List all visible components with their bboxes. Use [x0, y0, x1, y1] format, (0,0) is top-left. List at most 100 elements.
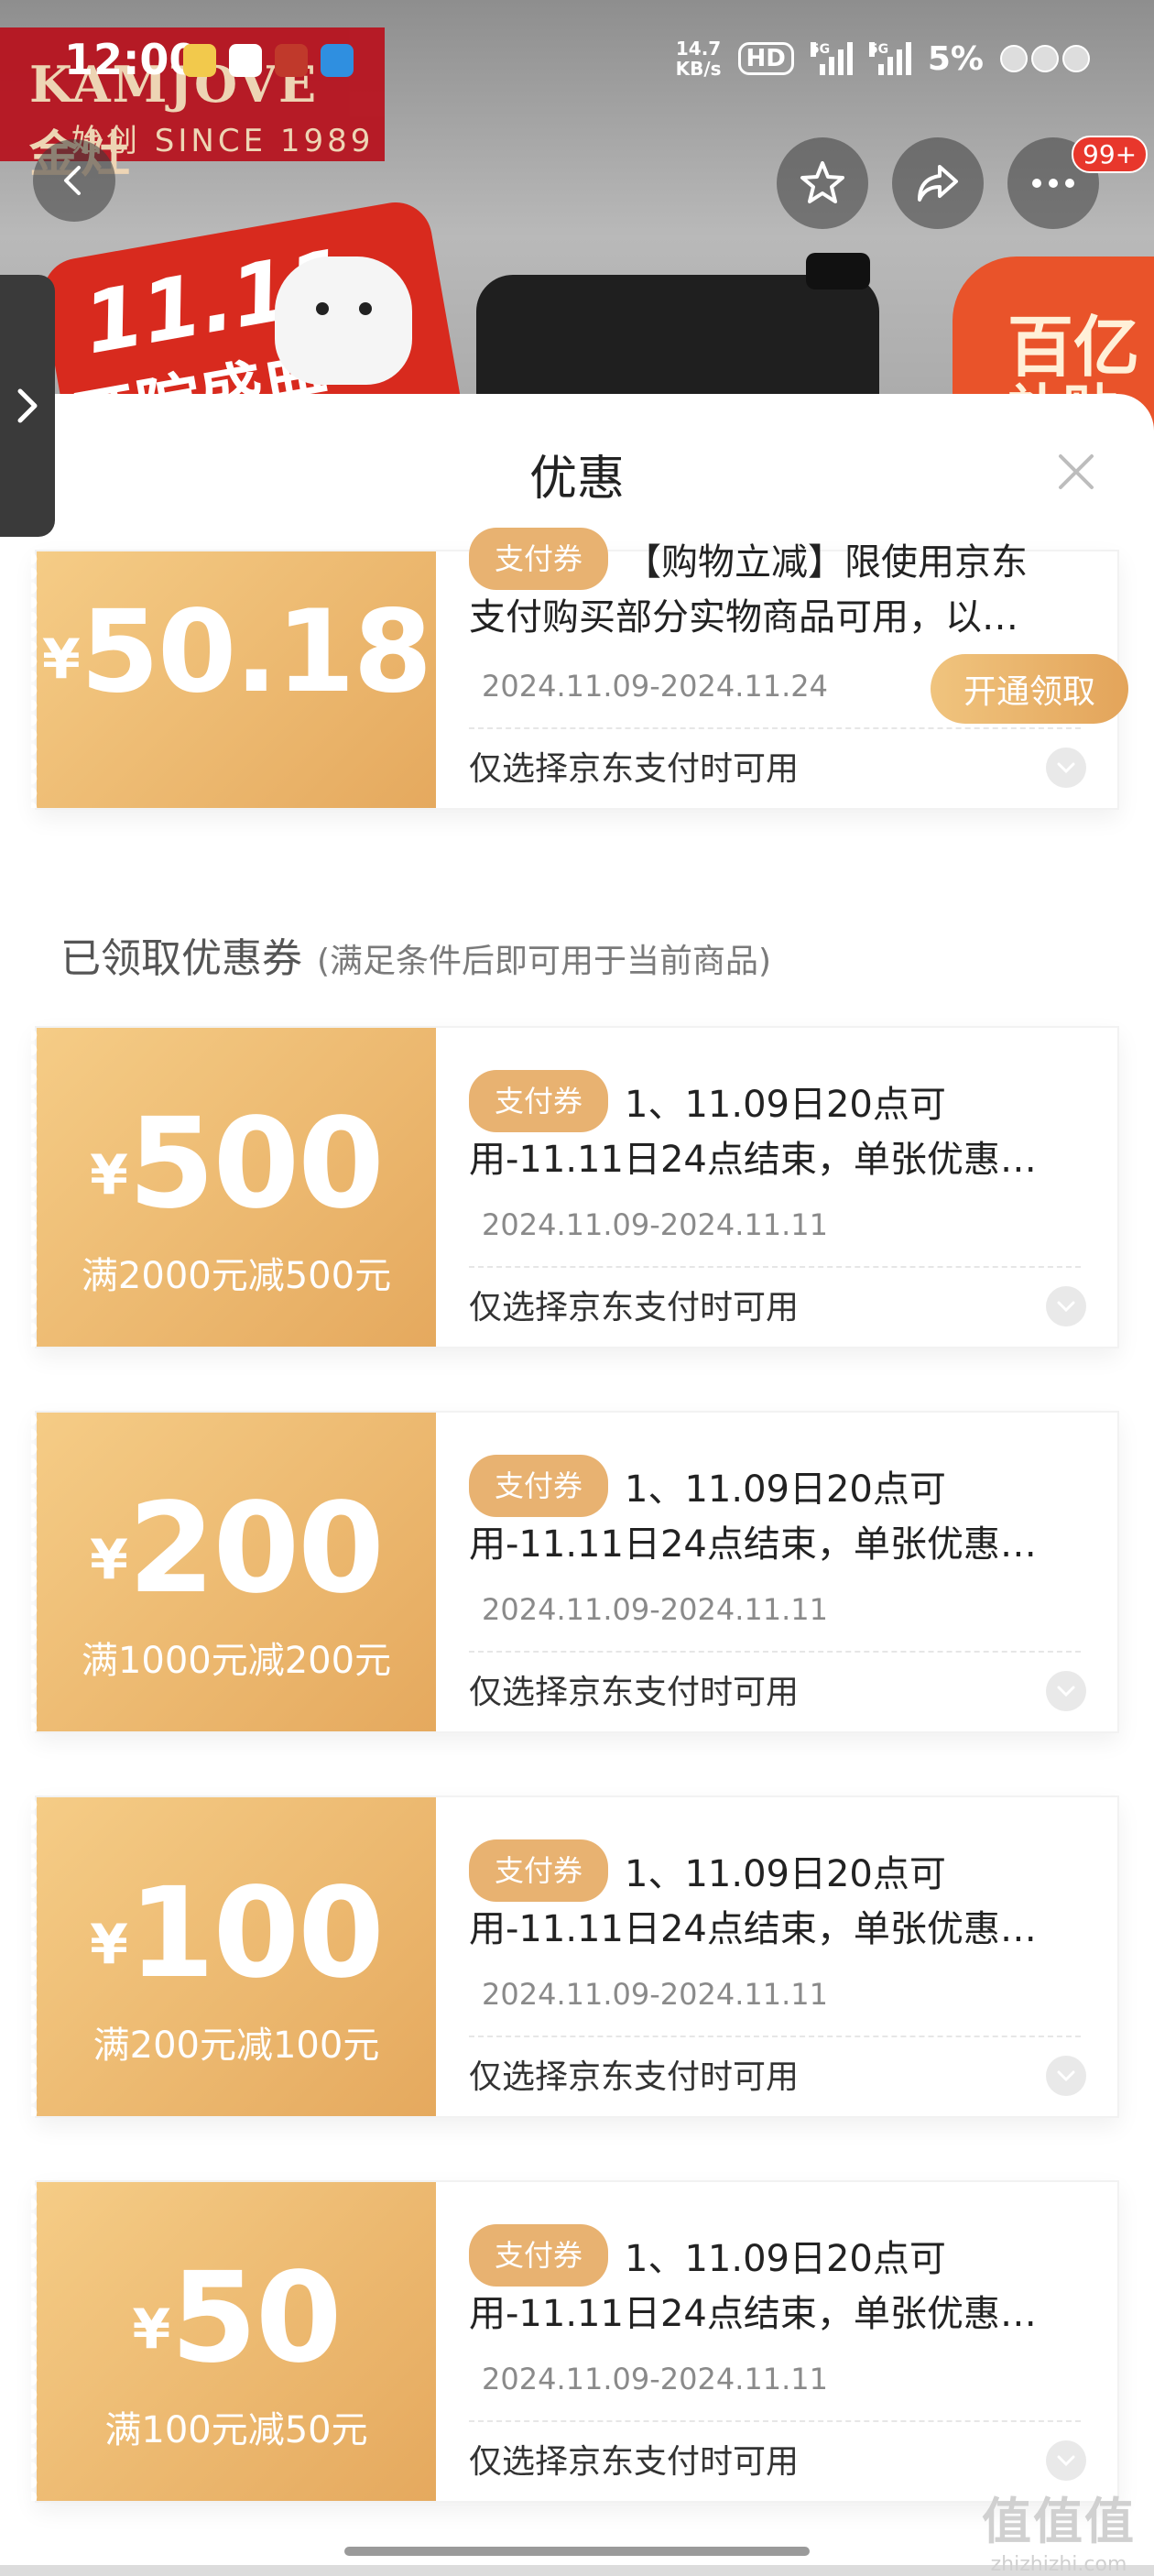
battery-level: 5% [927, 39, 984, 78]
coupon-description: 支付券 1、11.09日20点可用-11.11日24点结束，单张优惠… [469, 1070, 1055, 1182]
signal-icon: 5G [810, 42, 853, 75]
coupon-details: 支付券 1、11.09日20点可用-11.11日24点结束，单张优惠… 2024.… [469, 2182, 1117, 2501]
sheet-header: 优惠 [0, 394, 1154, 550]
home-indicator[interactable] [344, 2547, 810, 2556]
coupon-condition: 满1000元减200元 [81, 1640, 392, 1682]
chevron-down-icon [1057, 2070, 1075, 2082]
status-time: 12:00 [64, 35, 199, 84]
network-speed-value: 14.7 [675, 38, 722, 60]
divider [469, 727, 1081, 729]
coupon-amount-value: 200 [127, 1477, 385, 1621]
message-count-badge: 99+ [1072, 136, 1149, 173]
chevron-down-icon [1057, 1301, 1075, 1313]
back-arrow-icon [64, 166, 81, 195]
divider [469, 2036, 1081, 2037]
side-expand-tab[interactable] [0, 275, 55, 537]
currency-symbol: ¥ [90, 1528, 128, 1592]
share-button[interactable] [892, 137, 984, 229]
hd-icon: HD [737, 42, 794, 75]
network-speed: 14.7 KB/s [676, 38, 722, 79]
signal-label-1: 5G [810, 42, 831, 57]
discount-sheet: 优惠 ¥50.18 支付券 【购物立减】限使用京东支付购买部分实物商品可用，以… … [0, 394, 1154, 2565]
sheet-title: 优惠 [528, 452, 625, 507]
coupon-amount-panel: ¥50 满100元减50元 [31, 2182, 436, 2501]
coupon-amount: ¥200 [37, 1477, 436, 1621]
expand-coupon-button[interactable] [1046, 2440, 1086, 2481]
brand-since: 始创 SINCE 1989 [71, 123, 375, 159]
network-speed-unit: KB/s [675, 58, 722, 80]
coupon-details: 支付券 1、11.09日20点可用-11.11日24点结束，单张优惠… 2024.… [469, 1797, 1117, 2116]
expand-coupon-button[interactable] [1046, 2056, 1086, 2096]
chevron-right-icon [17, 388, 38, 423]
divider [469, 1266, 1081, 1268]
coupon-condition: 满200元减100元 [93, 2025, 380, 2067]
coupon-payment-note: 仅选择京东支付时可用 [469, 1289, 800, 1326]
coupon-type-tag: 支付券 [469, 1070, 609, 1132]
coupon-amount-panel: ¥200 满1000元减200元 [31, 1413, 436, 1731]
signal-icon-2: 5G [868, 42, 911, 75]
coupon-amount: ¥100 [37, 1861, 436, 2006]
coupon-date-range: 2024.11.09-2024.11.11 [482, 1977, 828, 2012]
coupon-amount-value: 50 [170, 2246, 342, 2391]
chevron-down-icon [1057, 762, 1075, 774]
site-watermark: 值值值 zhizhizhi.com [982, 2481, 1136, 2576]
divider [469, 2420, 1081, 2422]
share-icon [918, 165, 958, 202]
chevron-down-icon [1057, 1686, 1075, 1697]
coupon-date-range: 2024.11.09-2024.11.11 [482, 1207, 828, 1242]
coupon-description: 支付券 1、11.09日20点可用-11.11日24点结束，单张优惠… [469, 1839, 1055, 1951]
coupon-details: 支付券 1、11.09日20点可用-11.11日24点结束，单张优惠… 2024.… [469, 1413, 1117, 1731]
signal-label-2: 5G [868, 42, 889, 57]
coupon-type-tag: 支付券 [469, 2224, 609, 2287]
mascot-dog-image [275, 257, 412, 385]
coupon-card[interactable]: ¥200 满1000元减200元 支付券 1、11.09日20点可用-11.11日… [31, 1411, 1119, 1733]
coupon-type-tag: 支付券 [469, 528, 609, 590]
section-title-text: 已领取优惠券 [60, 935, 302, 982]
expand-coupon-button[interactable] [1046, 1671, 1086, 1711]
coupon-card[interactable]: ¥100 满200元减100元 支付券 1、11.09日20点可用-11.11日2… [31, 1796, 1119, 2118]
coupon-condition: 满2000元减500元 [81, 1255, 392, 1297]
coupon-card[interactable]: ¥500 满2000元减500元 支付券 1、11.09日20点可用-11.11日… [31, 1026, 1119, 1348]
expand-coupon-button[interactable] [1046, 748, 1086, 788]
coupon-card[interactable]: ¥50 满100元减50元 支付券 1、11.09日20点可用-11.11日24点… [31, 2180, 1119, 2503]
payment-coupon-card[interactable]: ¥50.18 支付券 【购物立减】限使用京东支付购买部分实物商品可用，以… 202… [31, 528, 1128, 810]
status-right: 14.7 KB/s HD 5G 5G 5% [676, 38, 1090, 79]
coupon-amount-panel: ¥50.18 [31, 551, 436, 808]
coupon-date-range: 2024.11.09-2024.11.24 [482, 669, 828, 704]
coupon-amount-panel: ¥100 满200元减100元 [31, 1797, 436, 2116]
status-bar: 12:00 14.7 KB/s HD 5G 5G 5% [0, 0, 1154, 119]
back-button[interactable] [33, 139, 115, 222]
coupon-type-tag: 支付券 [469, 1455, 609, 1517]
section-subtitle: (满足条件后即可用于当前商品) [317, 943, 772, 980]
coupon-details: 支付券 1、11.09日20点可用-11.11日24点结束，单张优惠… 2024.… [469, 1028, 1117, 1347]
coupon-amount-value: 100 [127, 1861, 385, 2006]
battery-icon [1000, 45, 1090, 72]
coupon-description: 支付券 【购物立减】限使用京东支付购买部分实物商品可用，以… [469, 528, 1055, 639]
app-notification-icon [183, 44, 216, 77]
coupon-date-range: 2024.11.09-2024.11.11 [482, 2362, 828, 2396]
coupon-type-tag: 支付券 [469, 1839, 609, 1902]
more-dots-icon [1032, 179, 1074, 188]
coupon-description: 支付券 1、11.09日20点可用-11.11日24点结束，单张优惠… [469, 1455, 1055, 1566]
coupon-payment-note: 仅选择京东支付时可用 [469, 2443, 800, 2481]
watermark-mark: 值值值 [982, 2493, 1136, 2550]
wechat-icon [229, 44, 262, 77]
coupon-date-range: 2024.11.09-2024.11.11 [482, 1592, 828, 1627]
chevron-down-icon [1057, 2455, 1075, 2467]
currency-symbol: ¥ [42, 628, 81, 692]
coupon-payment-note: 仅选择京东支付时可用 [469, 750, 800, 788]
coupon-amount-value: 500 [127, 1092, 385, 1237]
coupon-amount: ¥50 [37, 2246, 436, 2391]
divider [469, 1651, 1081, 1653]
video-app-icon [275, 44, 308, 77]
coupon-payment-note: 仅选择京东支付时可用 [469, 1674, 800, 1711]
expand-coupon-button[interactable] [1046, 1286, 1086, 1326]
coupon-payment-note: 仅选择京东支付时可用 [469, 2058, 800, 2096]
close-icon[interactable] [1053, 449, 1099, 495]
activate-claim-button[interactable]: 开通领取 [931, 654, 1128, 724]
favorite-button[interactable] [777, 137, 868, 229]
coupon-amount: ¥500 [37, 1092, 436, 1237]
currency-symbol: ¥ [90, 1143, 128, 1207]
coupon-condition: 满100元减50元 [104, 2409, 368, 2451]
currency-symbol: ¥ [132, 2298, 171, 2362]
